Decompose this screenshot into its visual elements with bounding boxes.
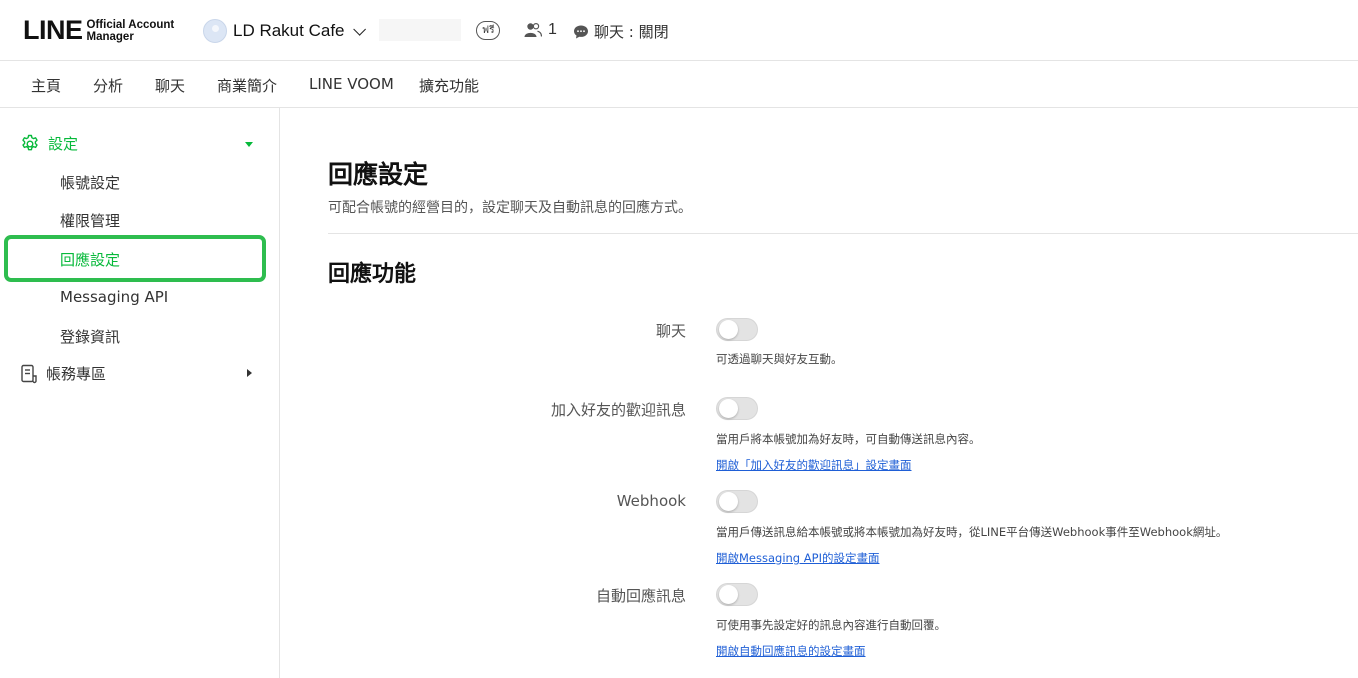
setting-label-welcome-message: 加入好友的歡迎訊息 xyxy=(550,401,686,419)
plan-badge[interactable]: ฟรี xyxy=(476,21,501,40)
caret-right-icon[interactable] xyxy=(247,369,252,377)
toggle-auto-response[interactable] xyxy=(716,583,758,606)
tab-business-profile[interactable]: 商業簡介 xyxy=(217,75,277,96)
setting-desc-auto-response: 可使用事先設定好的訊息內容進行自動回覆。 xyxy=(716,618,946,632)
page-title: 回應設定 xyxy=(328,160,429,189)
sidebar-billing-label: 帳務專區 xyxy=(46,365,107,383)
setting-desc-chat: 可透過聊天與好友互動。 xyxy=(716,352,843,366)
tab-chat[interactable]: 聊天 xyxy=(155,75,185,96)
toggle-webhook[interactable] xyxy=(716,490,758,513)
people-icon xyxy=(524,22,542,37)
account-avatar xyxy=(203,19,227,43)
toggle-knob xyxy=(719,585,738,604)
setting-desc-welcome-message: 當用戶將本帳號加為好友時，可自動傳送訊息內容。 xyxy=(716,432,981,446)
logo-wordmark: LINE xyxy=(23,15,83,45)
sidebar-group-billing[interactable]: 帳務專區 xyxy=(20,363,106,384)
top-header: LINE Official Account Manager LD Rakut C… xyxy=(0,0,1358,61)
link-welcome-message-settings[interactable]: 開啟「加入好友的歡迎訊息」設定畫面 xyxy=(716,457,912,473)
link-messaging-api-settings[interactable]: 開啟Messaging API的設定畫面 xyxy=(716,550,879,566)
toggle-chat[interactable] xyxy=(716,318,758,341)
redacted-account-id xyxy=(379,19,461,41)
sidebar-item-permissions[interactable]: 權限管理 xyxy=(60,210,120,231)
sidebar-group-settings[interactable]: 設定 xyxy=(20,133,78,154)
friend-count[interactable]: 1 xyxy=(524,21,557,39)
toggle-knob xyxy=(719,320,738,339)
setting-label-auto-response: 自動回應訊息 xyxy=(595,587,686,605)
logo-subtitle-line2: Manager xyxy=(86,30,134,43)
chat-status-label: 聊天 : 關閉 xyxy=(594,23,669,41)
chat-bubble-icon xyxy=(574,25,588,38)
logo-subtitle: Official Account Manager xyxy=(87,19,175,43)
toggle-welcome-message[interactable] xyxy=(716,397,758,420)
chevron-down-icon xyxy=(352,22,366,36)
setting-desc-webhook: 當用戶傳送訊息給本帳號或將本帳號加為好友時，從LINE平台傳送Webhook事件… xyxy=(716,525,1228,539)
gear-icon xyxy=(22,134,38,150)
highlight-outline xyxy=(4,235,266,282)
page-description: 可配合帳號的經營目的，設定聊天及自動訊息的回應方式。 xyxy=(328,200,692,216)
caret-down-icon[interactable] xyxy=(245,142,253,147)
account-switcher[interactable]: LD Rakut Cafe xyxy=(203,19,366,43)
link-auto-response-settings[interactable]: 開啟自動回應訊息的設定畫面 xyxy=(716,643,866,659)
tab-home[interactable]: 主頁 xyxy=(31,75,61,96)
account-name: LD Rakut Cafe xyxy=(233,21,345,40)
section-title: 回應功能 xyxy=(328,262,417,287)
tab-extensions[interactable]: 擴充功能 xyxy=(419,75,479,96)
sidebar-item-registration-info[interactable]: 登錄資訊 xyxy=(60,326,120,347)
main-nav: 主頁 分析 聊天 商業簡介 LINE VOOM 擴充功能 xyxy=(0,61,1358,108)
chat-status[interactable]: 聊天 : 關閉 xyxy=(573,21,669,42)
line-oa-manager-logo[interactable]: LINE Official Account Manager xyxy=(23,17,174,44)
tab-line-voom[interactable]: LINE VOOM xyxy=(309,75,394,93)
setting-label-chat: 聊天 xyxy=(655,322,686,340)
toggle-knob xyxy=(719,492,738,511)
logo-subtitle-line1: Official Account xyxy=(86,18,175,31)
sidebar-item-account-settings[interactable]: 帳號設定 xyxy=(60,172,120,193)
sidebar-item-messaging-api[interactable]: Messaging API xyxy=(60,288,168,306)
tab-analytics[interactable]: 分析 xyxy=(93,75,123,96)
receipt-icon xyxy=(21,364,37,383)
sidebar-settings-label: 設定 xyxy=(48,135,79,153)
divider xyxy=(328,233,1358,234)
toggle-knob xyxy=(719,399,738,418)
sidebar: 設定 帳號設定 權限管理 回應設定 Messaging API 登錄資訊 帳務專… xyxy=(0,108,280,678)
friend-count-value: 1 xyxy=(548,21,557,38)
setting-label-webhook: Webhook xyxy=(616,492,686,510)
